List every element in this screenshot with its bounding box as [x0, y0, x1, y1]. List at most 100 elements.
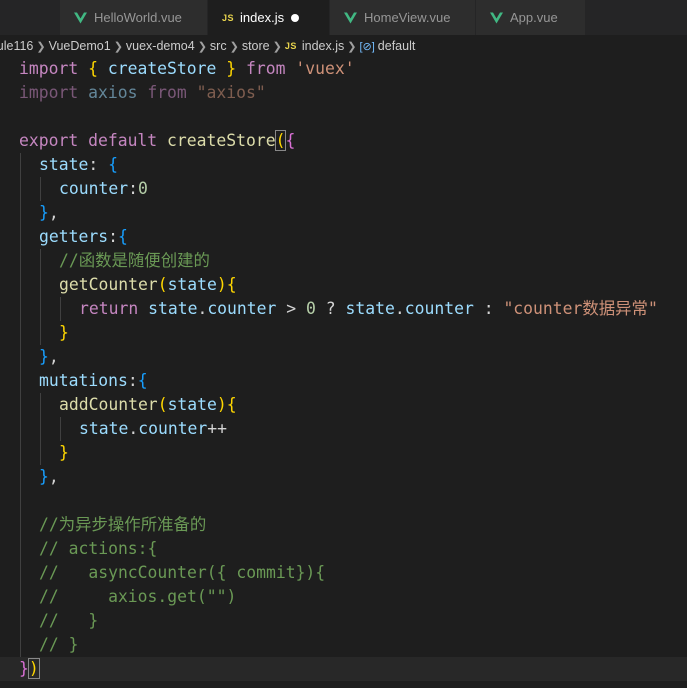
code-line: // } [0, 609, 687, 633]
code-token: from [147, 83, 187, 102]
code-token: . [394, 299, 405, 318]
chevron-right-icon: ❯ [113, 40, 123, 53]
code-line: getCounter(state){ [0, 273, 687, 297]
code-token: getters [39, 227, 109, 246]
code-token: axios [88, 83, 138, 102]
code-token: } [226, 59, 237, 78]
code-token: state [167, 395, 217, 414]
chevron-right-icon: ❯ [197, 40, 207, 53]
breadcrumb-item[interactable]: default [378, 39, 416, 53]
code-token: state [148, 299, 198, 318]
code-line: }, [0, 345, 687, 369]
tab-label: HomeView.vue [364, 10, 451, 25]
code-line: }, [0, 201, 687, 225]
code-token: counter [59, 179, 129, 198]
breadcrumb-item[interactable]: src [210, 39, 227, 53]
code-token: ( [157, 275, 168, 294]
code-token: . [128, 419, 139, 438]
code-token: ++ [207, 419, 228, 438]
tab-label: HelloWorld.vue [94, 10, 182, 25]
code-line: return state.counter > 0 ? state.counter… [0, 297, 687, 321]
code-token: , [48, 467, 59, 486]
code-line: //函数是随便创建的 [0, 249, 687, 273]
js-icon: JS [284, 41, 297, 51]
vue-icon [344, 12, 357, 23]
breadcrumb: lule116 ❯ VueDemo1 ❯ vuex-demo4 ❯ src ❯ … [0, 35, 687, 57]
code-token: } [59, 443, 69, 462]
code-line: state.counter++ [0, 417, 687, 441]
tab-label: index.js [240, 10, 285, 25]
vue-icon [74, 12, 87, 23]
chevron-right-icon: ❯ [36, 40, 46, 53]
code-token: counter [404, 299, 474, 318]
code-line: import { createStore } from 'vuex' [0, 57, 687, 81]
code-token: : [108, 227, 118, 246]
code-token: ) [27, 658, 40, 679]
code-token: // asyncCounter({ commit}){ [39, 563, 326, 582]
code-token: // } [39, 611, 99, 630]
code-token: // } [39, 635, 79, 654]
editor-tab-bar: HelloWorld.vue JS index.js HomeView.vue … [0, 0, 687, 35]
breadcrumb-item[interactable]: index.js [302, 39, 344, 53]
code-line: // asyncCounter({ commit}){ [0, 561, 687, 585]
tab-helloworld-vue[interactable]: HelloWorld.vue [60, 0, 208, 35]
code-token: , [48, 203, 59, 222]
code-token: } [19, 659, 29, 678]
code-line: getters:{ [0, 225, 687, 249]
code-token: //为异步操作所准备的 [39, 515, 207, 534]
code-token: ( [274, 130, 287, 151]
code-token: state [39, 155, 89, 174]
code-token: } [39, 467, 49, 486]
code-token: { [117, 227, 128, 246]
code-line: addCounter(state){ [0, 393, 687, 417]
code-token: ) [216, 275, 227, 294]
code-token: : [483, 299, 494, 318]
unsaved-dot-icon[interactable] [291, 14, 299, 22]
code-token: state [345, 299, 395, 318]
code-token: counter [138, 419, 208, 438]
code-token: > [286, 299, 297, 318]
code-token: addCounter [59, 395, 158, 414]
code-line: counter:0 [0, 177, 687, 201]
code-line: // axios.get("") [0, 585, 687, 609]
code-line: } [0, 321, 687, 345]
code-token: { [226, 395, 237, 414]
code-token: ? [325, 299, 336, 318]
code-token: counter [207, 299, 277, 318]
tab-label: App.vue [510, 10, 558, 25]
code-token: default [88, 131, 158, 150]
code-token: createStore [167, 131, 276, 150]
code-token: export [19, 131, 79, 150]
code-line: // actions:{ [0, 537, 687, 561]
code-line: mutations:{ [0, 369, 687, 393]
code-token: // axios.get("") [39, 587, 237, 606]
code-token: mutations [39, 371, 128, 390]
vue-icon [490, 12, 503, 23]
tab-homeview-vue[interactable]: HomeView.vue [330, 0, 476, 35]
code-line-current: }) [0, 657, 687, 681]
code-token: createStore [107, 59, 217, 78]
code-line: state: { [0, 153, 687, 177]
code-token: ) [216, 395, 227, 414]
code-token: state [79, 419, 129, 438]
code-line: //为异步操作所准备的 [0, 513, 687, 537]
breadcrumb-item[interactable]: lule116 [0, 39, 33, 53]
tab-app-vue[interactable]: App.vue [476, 0, 586, 35]
code-token: // actions:{ [39, 539, 158, 558]
code-token: "axios" [196, 83, 266, 102]
breadcrumb-item[interactable]: VueDemo1 [49, 39, 111, 53]
code-token: } [39, 203, 49, 222]
code-token: getCounter [59, 275, 158, 294]
code-line: export default createStore({ [0, 129, 687, 153]
chevron-right-icon: ❯ [272, 40, 282, 53]
code-token: import [19, 59, 79, 78]
code-token: 0 [306, 299, 316, 318]
breadcrumb-item[interactable]: vuex-demo4 [126, 39, 195, 53]
code-line: } [0, 441, 687, 465]
code-token: { [226, 275, 237, 294]
breadcrumb-item[interactable]: store [242, 39, 270, 53]
code-editor[interactable]: import { createStore } from 'vuex' impor… [0, 57, 687, 688]
tab-index-js[interactable]: JS index.js [208, 0, 330, 35]
code-token: : [127, 371, 138, 390]
code-token: : [128, 179, 138, 198]
